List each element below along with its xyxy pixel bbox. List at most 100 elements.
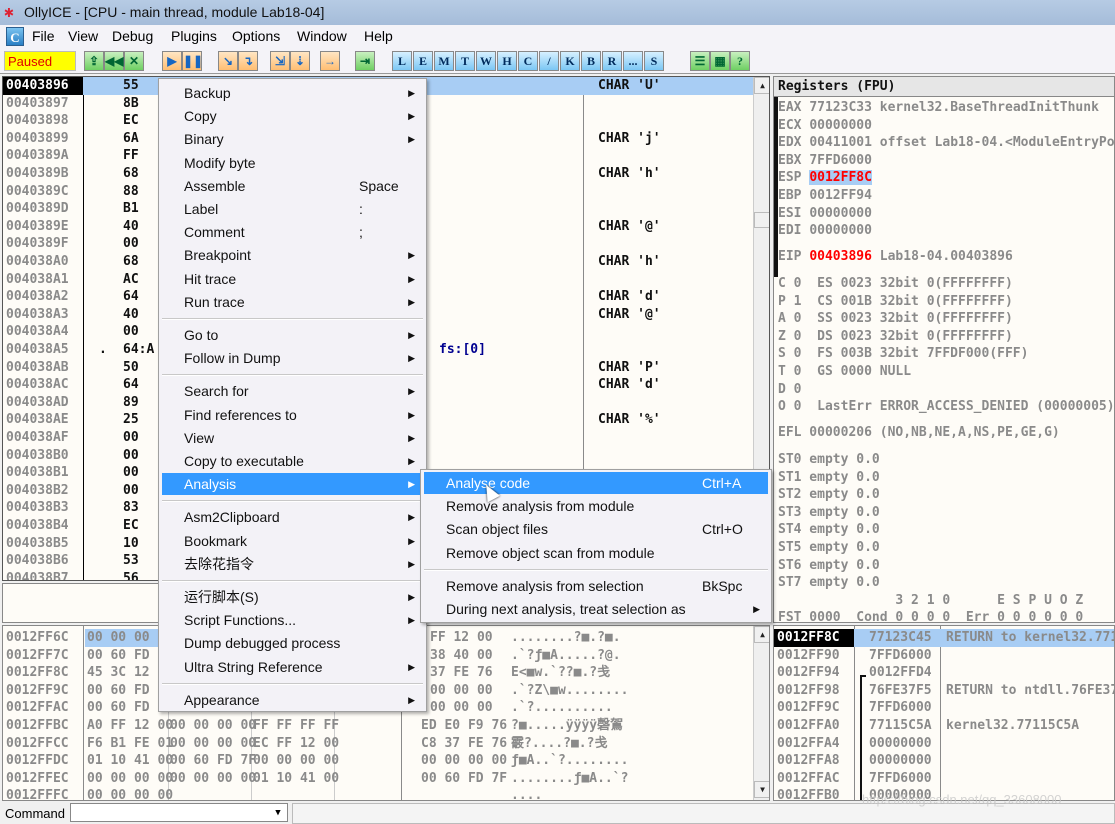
dump-scrollbar[interactable]: ▲ ▼ bbox=[753, 626, 769, 800]
patches-window-button[interactable]: / bbox=[539, 51, 559, 71]
menu-item[interactable]: Asm2Clipboard ▶ bbox=[162, 506, 423, 528]
stack-row[interactable]: 0012FF94 0012FFD4 bbox=[774, 664, 1114, 682]
menu-item[interactable]: Remove object scan from module bbox=[424, 542, 768, 564]
stack-row[interactable]: 0012FF90 7FFD6000 bbox=[774, 647, 1114, 665]
menu-item[interactable]: Run trace ▶ bbox=[162, 291, 423, 313]
fst-row[interactable]: FST 0000 Cond 0 0 0 0 Err 0 0 0 0 0 0 bbox=[778, 609, 1083, 622]
dump-row[interactable]: 0012FFBC A0 FF 12 00 00 00 00 00 FF FF FF F… bbox=[3, 717, 753, 735]
menu-item[interactable]: Analyse code Ctrl+A bbox=[424, 472, 768, 494]
register-value[interactable]: 00000000 bbox=[809, 223, 872, 238]
register-row[interactable]: EBX 7FFD6000 bbox=[778, 152, 880, 170]
register-row[interactable]: EDI 00000000 bbox=[778, 222, 880, 240]
scroll-thumb[interactable] bbox=[754, 212, 769, 228]
stack-row[interactable]: 0012FFAC 7FFD6000 bbox=[774, 770, 1114, 788]
handles-window-button[interactable]: H bbox=[497, 51, 517, 71]
menu-item[interactable]: Copy ▶ bbox=[162, 105, 423, 127]
fpu-row[interactable]: ST4 empty 0.0 bbox=[778, 521, 880, 539]
menu-file[interactable]: File bbox=[32, 28, 55, 44]
stack-row[interactable]: 0012FFA8 00000000 bbox=[774, 752, 1114, 770]
register-row[interactable]: ECX 00000000 bbox=[778, 117, 880, 135]
close-icon[interactable]: ✕ bbox=[124, 51, 144, 71]
registers-pane[interactable]: Registers (FPU) EAX 77123C33 kernel32.Bas… bbox=[773, 76, 1115, 623]
dump-row[interactable]: 0012FFCC F6 B1 FE 01 00 00 00 00 EC FF 12 0… bbox=[3, 735, 753, 753]
log-window-button[interactable]: L bbox=[392, 51, 412, 71]
menu-item[interactable]: 去除花指令 ▶ bbox=[162, 553, 423, 575]
scroll-down-icon[interactable]: ▼ bbox=[754, 781, 769, 798]
stack-row[interactable]: 0012FFA4 00000000 bbox=[774, 735, 1114, 753]
stack-pane[interactable]: 0012FF8C 77123C45 RETURN to kernel32.77123… bbox=[773, 625, 1115, 801]
eip-row[interactable]: EIP 00403896 Lab18-04.00403896 bbox=[778, 248, 1013, 266]
menu-item[interactable]: During next analysis, treat selection as… bbox=[424, 598, 768, 620]
menu-item[interactable]: Modify byte bbox=[162, 152, 423, 174]
flag-row[interactable]: D 0 bbox=[778, 381, 801, 399]
menu-item[interactable]: Hit trace ▶ bbox=[162, 268, 423, 290]
stack-row[interactable]: 0012FF98 76FE37F5 RETURN to ntdll.76FE37F5 bbox=[774, 682, 1114, 700]
flag-row[interactable]: P 1 CS 001B 32bit 0(FFFFFFFF) bbox=[778, 293, 1013, 311]
fpu-row[interactable]: ST7 empty 0.0 bbox=[778, 574, 880, 592]
menu-options[interactable]: Options bbox=[232, 28, 280, 44]
restart-icon[interactable]: ◀◀ bbox=[104, 51, 124, 71]
trace-over-icon[interactable]: ⇣ bbox=[290, 51, 310, 71]
efl-row[interactable]: EFL 00000206 (NO,NB,NE,A,NS,PE,GE,G) bbox=[778, 424, 1060, 442]
menu-item[interactable]: Breakpoint ▶ bbox=[162, 244, 423, 266]
trace-into-icon[interactable]: ⇲ bbox=[270, 51, 290, 71]
dump-row[interactable]: 0012FFEC 00 00 00 00 00 00 00 00 01 10 41 0… bbox=[3, 770, 753, 788]
register-value[interactable]: 0012FF94 bbox=[809, 188, 872, 203]
call-stack-button[interactable]: K bbox=[560, 51, 580, 71]
menu-item[interactable]: Copy to executable ▶ bbox=[162, 450, 423, 472]
menu-item[interactable]: Script Functions... ▶ bbox=[162, 609, 423, 631]
cpu-window-button[interactable]: C bbox=[518, 51, 538, 71]
register-value[interactable]: 00403896 bbox=[809, 249, 872, 264]
windows-window-button[interactable]: W bbox=[476, 51, 496, 71]
menu-item[interactable]: Find references to ▶ bbox=[162, 404, 423, 426]
register-value[interactable]: 00411001 bbox=[809, 135, 872, 150]
menu-item[interactable]: Scan object files Ctrl+O bbox=[424, 518, 768, 540]
register-row[interactable]: EAX 77123C33 kernel32.BaseThreadInitThun… bbox=[778, 99, 1099, 117]
flag-row[interactable]: T 0 GS 0000 NULL bbox=[778, 363, 911, 381]
register-row[interactable]: ESP 0012FF8C bbox=[778, 169, 880, 187]
menu-window[interactable]: Window bbox=[297, 28, 347, 44]
menu-item[interactable]: View ▶ bbox=[162, 427, 423, 449]
register-value[interactable]: 00000000 bbox=[809, 206, 872, 221]
registers-title[interactable]: Registers (FPU) bbox=[774, 77, 1114, 97]
fpu-row[interactable]: ST3 empty 0.0 bbox=[778, 504, 880, 522]
dump-row[interactable]: 0012FFDC 01 10 41 00 00 60 FD 7F 00 00 00 0… bbox=[3, 752, 753, 770]
menu-item[interactable]: Assemble Space bbox=[162, 175, 423, 197]
menu-item[interactable]: 运行脚本(S) ▶ bbox=[162, 586, 423, 608]
menu-item[interactable]: Backup ▶ bbox=[162, 82, 423, 104]
register-row[interactable]: EDX 00411001 offset Lab18-04.<ModuleEntr… bbox=[778, 134, 1114, 152]
scroll-up-icon[interactable]: ▲ bbox=[754, 77, 769, 94]
menu-item[interactable]: Go to ▶ bbox=[162, 324, 423, 346]
dump-row[interactable]: 0012FFFC 00 00 00 00.... bbox=[3, 787, 753, 800]
flag-row[interactable]: A 0 SS 0023 32bit 0(FFFFFFFF) bbox=[778, 310, 1013, 328]
menu-item[interactable]: Label: bbox=[162, 198, 423, 220]
fpu-row[interactable]: ST0 empty 0.0 bbox=[778, 451, 880, 469]
menu-item[interactable]: Dump debugged process bbox=[162, 632, 423, 654]
help-icon[interactable]: ? bbox=[730, 51, 750, 71]
menu-item[interactable]: Appearance ▶ bbox=[162, 689, 423, 711]
references-window-button[interactable]: R bbox=[602, 51, 622, 71]
menu-item[interactable]: Follow in Dump ▶ bbox=[162, 347, 423, 369]
threads-window-button[interactable]: T bbox=[455, 51, 475, 71]
flag-row[interactable]: S 0 FS 003B 32bit 7FFDF000(FFF) bbox=[778, 345, 1028, 363]
menu-item[interactable]: Comment; bbox=[162, 221, 423, 243]
register-row[interactable]: EBP 0012FF94 bbox=[778, 187, 880, 205]
colors-icon[interactable]: ▦ bbox=[710, 51, 730, 71]
fpu-row[interactable]: ST6 empty 0.0 bbox=[778, 557, 880, 575]
register-row[interactable]: ESI 00000000 bbox=[778, 205, 880, 223]
step-over-icon[interactable]: ↴ bbox=[238, 51, 258, 71]
menu-item[interactable]: Remove analysis from selection BkSpc bbox=[424, 575, 768, 597]
menu-item[interactable]: Search for ▶ bbox=[162, 380, 423, 402]
menu-plugins[interactable]: Plugins bbox=[171, 28, 217, 44]
menu-debug[interactable]: Debug bbox=[112, 28, 153, 44]
menu-item[interactable]: Remove analysis from module bbox=[424, 495, 768, 517]
flag-row[interactable]: C 0 ES 0023 32bit 0(FFFFFFFF) bbox=[778, 275, 1013, 293]
stack-row[interactable]: 0012FF8C 77123C45 RETURN to kernel32.77123… bbox=[774, 629, 1114, 647]
fpu-row[interactable]: ST5 empty 0.0 bbox=[778, 539, 880, 557]
scroll-up-icon[interactable]: ▲ bbox=[754, 626, 769, 643]
register-value[interactable]: 0012FF8C bbox=[809, 170, 872, 186]
breakpoints-window-button[interactable]: B bbox=[581, 51, 601, 71]
go-to-origin-icon[interactable]: ⇥ bbox=[355, 51, 375, 71]
run-icon[interactable]: ▶ bbox=[162, 51, 182, 71]
menu-item[interactable]: Analysis ▶ bbox=[162, 473, 423, 496]
